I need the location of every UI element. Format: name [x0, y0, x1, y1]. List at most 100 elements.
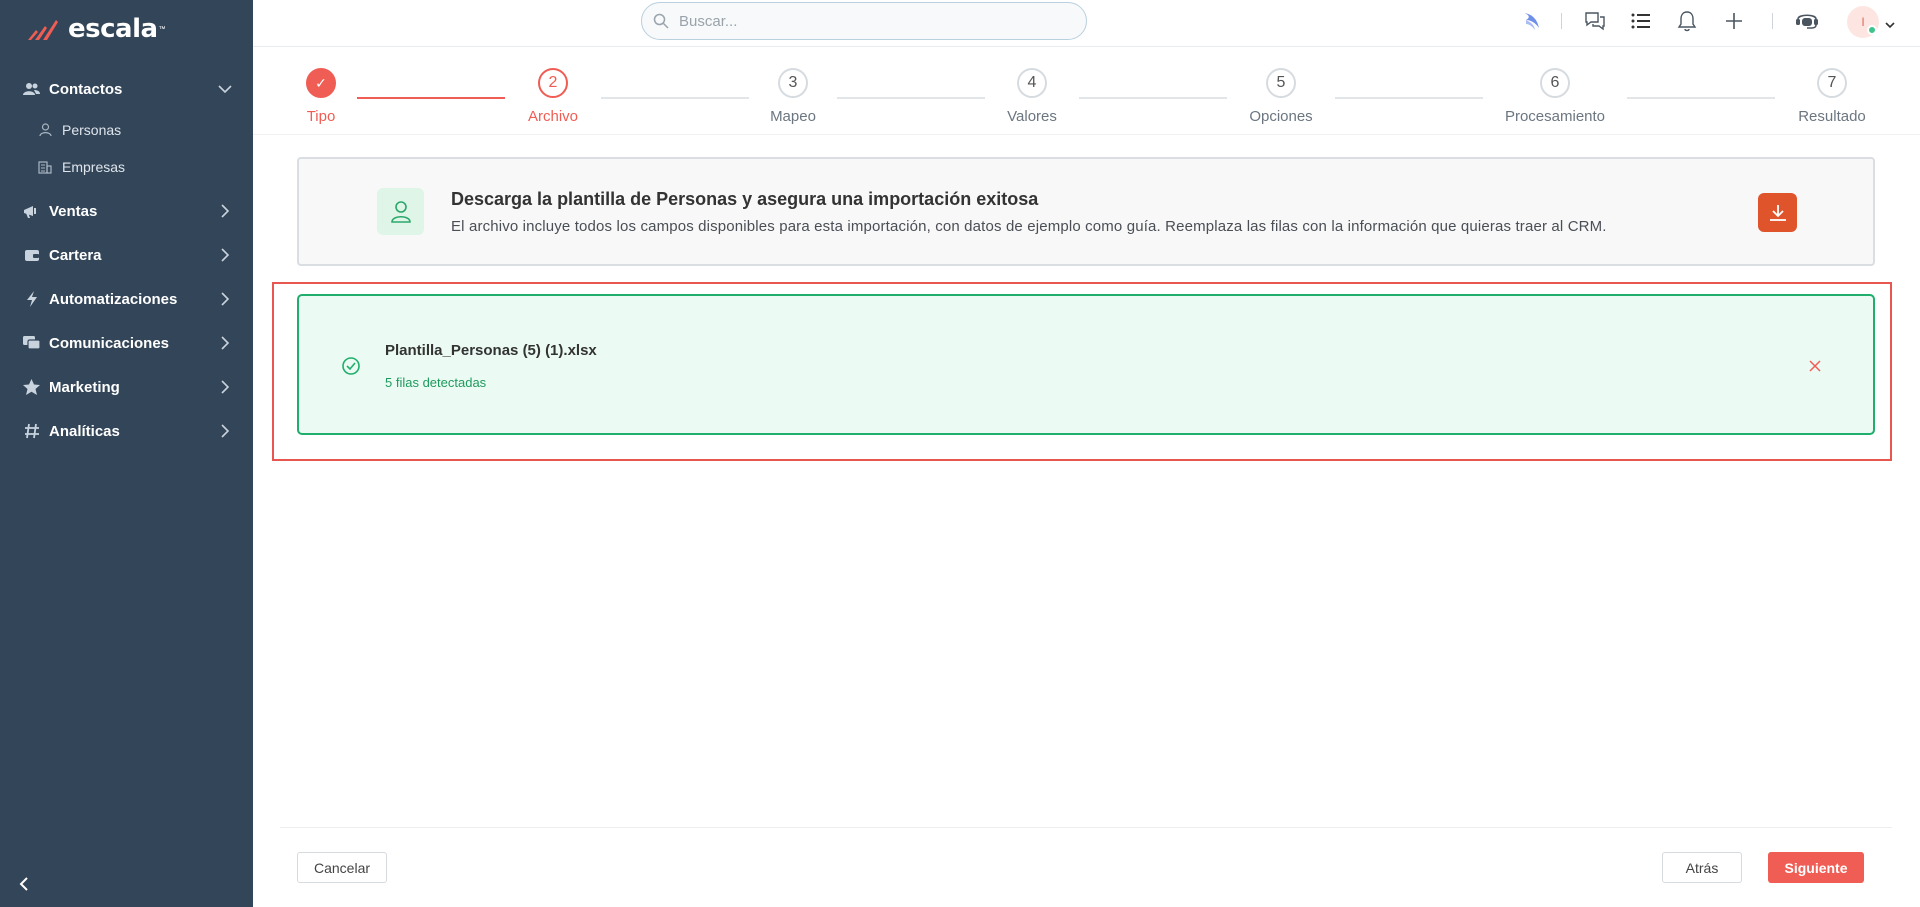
bolt-icon: [22, 290, 41, 309]
sidebar-item-label: Marketing: [49, 378, 120, 396]
rows-detected: 5 filas detectadas: [385, 375, 487, 390]
back-button[interactable]: Atrás: [1662, 852, 1742, 883]
sidebar-item-automatizaciones[interactable]: Automatizaciones: [0, 277, 253, 321]
chat-icon: [22, 334, 41, 353]
list-icon[interactable]: [1629, 9, 1653, 33]
check-circle-icon: [342, 357, 360, 375]
header-separator: [1772, 13, 1773, 29]
step-connector: [1627, 97, 1775, 99]
sidebar-item-label: Automatizaciones: [49, 290, 178, 308]
brand-trademark: ™: [158, 25, 166, 33]
header-separator: [1561, 13, 1562, 29]
step-number: 4: [1017, 68, 1047, 98]
footer-divider: [280, 827, 1892, 828]
sidebar-subitem-empresas[interactable]: Empresas: [0, 148, 253, 185]
megaphone-icon: [22, 202, 41, 221]
sidebar-subitem-personas[interactable]: Personas: [0, 111, 253, 148]
sidebar-subitem-label: Personas: [62, 121, 122, 138]
next-button[interactable]: Siguiente: [1768, 852, 1864, 883]
sidebar-subitem-label: Empresas: [62, 158, 126, 175]
download-template-button[interactable]: [1758, 193, 1797, 232]
step-connector: [1335, 97, 1483, 99]
close-icon: [1809, 360, 1821, 372]
search-icon: [653, 13, 669, 29]
chevron-right-icon: [217, 335, 233, 351]
uploaded-file-card: Plantilla_Personas (5) (1).xlsx 5 filas …: [297, 294, 1875, 435]
building-icon: [37, 159, 53, 175]
chevron-right-icon: [217, 203, 233, 219]
search-input[interactable]: [679, 12, 1059, 30]
online-status-dot: [1867, 25, 1877, 35]
bell-icon[interactable]: [1675, 9, 1699, 33]
chevron-right-icon: [217, 247, 233, 263]
sidebar-item-marketing[interactable]: Marketing: [0, 365, 253, 409]
step-connector: [1079, 97, 1227, 99]
import-stepper: ✓ Tipo 2 Archivo 3 Mapeo 4 Valores 5 Opc…: [253, 47, 1920, 135]
sidebar-item-label: Ventas: [49, 202, 98, 220]
brand-name: escala: [68, 14, 158, 44]
chevron-left-icon: [19, 877, 28, 891]
step-number: 2: [538, 68, 568, 98]
plus-icon[interactable]: [1722, 9, 1746, 33]
support-icon[interactable]: [1795, 9, 1819, 33]
template-description: El archivo incluye todos los campos disp…: [451, 218, 1607, 235]
step-label: Mapeo: [770, 108, 816, 125]
step-number: 7: [1817, 68, 1847, 98]
download-icon: [1769, 204, 1786, 221]
sidebar-item-contactos[interactable]: Contactos: [0, 67, 253, 111]
hashtag-icon: [22, 422, 41, 441]
cancel-button[interactable]: Cancelar: [297, 852, 387, 883]
step-connector: [601, 97, 749, 99]
step-procesamiento: 6 Procesamiento: [1495, 68, 1615, 125]
chevron-right-icon: [217, 379, 233, 395]
sidebar-item-label: Contactos: [49, 80, 123, 98]
step-connector: [837, 97, 985, 99]
chevron-down-icon[interactable]: [1885, 16, 1895, 29]
contacts-icon: [22, 80, 41, 99]
escala-logo-icon: [28, 20, 58, 40]
template-title: Descarga la plantilla de Personas y aseg…: [451, 189, 1039, 209]
step-mapeo: 3 Mapeo: [733, 68, 853, 125]
chevron-down-icon: [217, 81, 233, 97]
step-tipo[interactable]: ✓ Tipo: [261, 68, 381, 125]
person-icon: [377, 188, 424, 235]
step-resultado: 7 Resultado: [1772, 68, 1892, 125]
sidebar-item-ventas[interactable]: Ventas: [0, 189, 253, 233]
step-done-check-icon: ✓: [306, 68, 336, 98]
sidebar-item-comunicaciones[interactable]: Comunicaciones: [0, 321, 253, 365]
step-label: Opciones: [1249, 108, 1313, 125]
step-opciones: 5 Opciones: [1221, 68, 1341, 125]
top-header: I: [253, 0, 1920, 47]
step-label: Resultado: [1798, 108, 1866, 125]
template-download-card: Descarga la plantilla de Personas y aseg…: [297, 157, 1875, 266]
step-number: 3: [778, 68, 808, 98]
step-label: Tipo: [306, 108, 336, 125]
collapse-sidebar-button[interactable]: [14, 874, 34, 894]
step-number: 6: [1540, 68, 1570, 98]
brand-logo[interactable]: escala ™: [26, 14, 166, 44]
sidebar: escala ™ Contactos Personas Empresas Ven…: [0, 0, 253, 907]
step-archivo[interactable]: 2 Archivo: [493, 68, 613, 125]
bird-icon[interactable]: [1520, 9, 1544, 33]
wallet-icon: [22, 246, 41, 265]
sidebar-item-label: Comunicaciones: [49, 334, 170, 352]
sidebar-nav: Contactos Personas Empresas Ventas Carte…: [0, 67, 253, 453]
chat-bubbles-icon[interactable]: [1583, 9, 1607, 33]
file-name: Plantilla_Personas (5) (1).xlsx: [385, 342, 597, 359]
sidebar-item-label: Analíticas: [49, 422, 120, 440]
step-label: Procesamiento: [1504, 108, 1606, 125]
step-label: Valores: [1007, 108, 1057, 125]
step-valores: 4 Valores: [972, 68, 1092, 125]
chevron-right-icon: [217, 423, 233, 439]
step-label: Archivo: [527, 108, 579, 125]
chevron-right-icon: [217, 291, 233, 307]
person-icon: [37, 122, 53, 138]
remove-file-button[interactable]: [1805, 356, 1825, 376]
sidebar-item-analiticas[interactable]: Analíticas: [0, 409, 253, 453]
star-icon: [22, 378, 41, 397]
step-number: 5: [1266, 68, 1296, 98]
search-box[interactable]: [641, 2, 1087, 40]
avatar-initial: I: [1861, 15, 1865, 29]
sidebar-item-cartera[interactable]: Cartera: [0, 233, 253, 277]
sidebar-item-label: Cartera: [49, 246, 102, 264]
